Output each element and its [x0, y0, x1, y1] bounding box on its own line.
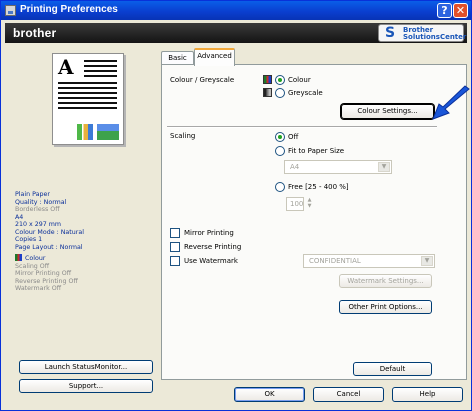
- preview-text-line: [58, 82, 117, 84]
- brand-banner: brother S Brother SolutionsCenter: [5, 23, 467, 43]
- tab-basic[interactable]: Basic: [161, 51, 194, 65]
- help-title-button[interactable]: ?: [437, 3, 452, 18]
- summary-colour-mode: Colour Mode : Natural: [15, 228, 84, 236]
- cancel-button[interactable]: Cancel: [313, 387, 384, 402]
- reverse-printing-label[interactable]: Reverse Printing: [184, 243, 241, 251]
- free-scaling-value: 100: [290, 200, 304, 208]
- free-scaling-radio[interactable]: [275, 182, 285, 192]
- reverse-printing-checkbox[interactable]: [170, 242, 180, 252]
- paper-size-value: A4: [290, 163, 300, 171]
- preview-text-line: [84, 65, 117, 67]
- summary-mirror: Mirror Printing Off: [15, 270, 72, 277]
- summary-paper: A4: [15, 213, 24, 221]
- summary-copies: Copies 1: [15, 236, 43, 243]
- scaling-off-radio[interactable]: [275, 132, 285, 142]
- chevron-down-icon[interactable]: ▼: [378, 162, 390, 172]
- printer-icon: [5, 5, 16, 16]
- summary-colour: Colour: [15, 254, 155, 263]
- default-button[interactable]: Default: [353, 362, 432, 376]
- summary-quality: Quality : Normal: [15, 198, 67, 206]
- left-summary-panel: A Plain Paper Quality : Normal Borderles…: [5, 46, 157, 401]
- support-button[interactable]: Support...: [19, 379, 153, 393]
- solutions-center-button[interactable]: S Brother SolutionsCenter: [378, 24, 467, 42]
- preview-text-line: [84, 75, 117, 77]
- scaling-off-label[interactable]: Off: [288, 133, 298, 141]
- other-print-options-button[interactable]: Other Print Options...: [339, 300, 432, 314]
- launch-status-monitor-button[interactable]: Launch StatusMonitor...: [19, 360, 153, 374]
- printing-preferences-window: Printing Preferences ? ✕ brother S Broth…: [0, 0, 472, 411]
- preview-text-line: [84, 70, 117, 72]
- use-watermark-checkbox[interactable]: [170, 256, 180, 266]
- preview-text-line: [58, 97, 117, 99]
- greyscale-radio[interactable]: [275, 88, 285, 98]
- preview-text-line: [58, 92, 117, 94]
- summary-watermark: Watermark Off: [15, 285, 62, 292]
- mirror-printing-checkbox[interactable]: [170, 228, 180, 238]
- greyscale-radio-label[interactable]: Greyscale: [288, 89, 323, 97]
- window-title: Printing Preferences: [20, 4, 118, 15]
- arrow-pointer-icon: [432, 85, 470, 120]
- preview-text-line: [58, 107, 117, 109]
- summary-layout: Page Layout : Normal: [15, 243, 83, 251]
- watermark-settings-button[interactable]: Watermark Settings...: [339, 274, 432, 288]
- close-button[interactable]: ✕: [453, 3, 468, 18]
- fit-to-paper-radio[interactable]: [275, 146, 285, 156]
- title-bar[interactable]: Printing Preferences ? ✕: [1, 1, 471, 20]
- spinner-arrows-icon[interactable]: ▲ ▼: [304, 197, 315, 211]
- use-watermark-label[interactable]: Use Watermark: [184, 257, 238, 265]
- ok-button[interactable]: OK: [234, 387, 305, 402]
- free-scaling-spinner[interactable]: 100 ▲ ▼: [286, 197, 311, 211]
- preview-image-icon: [77, 124, 93, 140]
- colour-settings-button[interactable]: Colour Settings...: [341, 104, 434, 119]
- greyscale-mode-icon: [263, 88, 272, 97]
- summary-media: Plain Paper: [15, 191, 50, 198]
- brother-logo: brother: [13, 26, 57, 40]
- solutions-line2: SolutionsCenter: [403, 33, 467, 41]
- summary-scaling: Scaling Off: [15, 262, 50, 270]
- summary-colour-label: Colour: [25, 255, 46, 262]
- preview-text-line: [58, 87, 117, 89]
- tab-advanced[interactable]: Advanced: [194, 48, 235, 66]
- watermark-value: CONFIDENTIAL: [309, 257, 361, 265]
- scaling-label: Scaling: [170, 132, 196, 140]
- summary-borderless: Borderless Off: [15, 206, 60, 213]
- section-divider: [167, 126, 437, 128]
- summary-dimensions: 210 x 297 mm: [15, 221, 62, 228]
- page-preview: A: [52, 53, 124, 145]
- colour-icon: [15, 254, 22, 261]
- preview-photo-icon: [97, 124, 119, 140]
- swoosh-icon: S: [385, 25, 396, 41]
- colour-mode-icon: [263, 75, 272, 84]
- help-button[interactable]: Help: [392, 387, 463, 402]
- free-scaling-label[interactable]: Free [25 - 400 %]: [288, 183, 349, 191]
- mirror-printing-label[interactable]: Mirror Printing: [184, 229, 234, 237]
- summary-reverse: Reverse Printing Off: [15, 277, 78, 285]
- settings-summary: Plain Paper Quality : Normal Borderless …: [15, 191, 155, 293]
- fit-to-paper-label[interactable]: Fit to Paper Size: [288, 147, 344, 155]
- colour-greyscale-label: Colour / Greyscale: [170, 76, 235, 84]
- preview-text-line: [58, 102, 117, 104]
- preview-text-line: [84, 60, 117, 62]
- chevron-down-icon[interactable]: ▼: [421, 256, 433, 266]
- watermark-select[interactable]: CONFIDENTIAL ▼: [303, 254, 435, 268]
- colour-radio-label[interactable]: Colour: [288, 76, 311, 84]
- preview-letter: A: [58, 55, 74, 79]
- paper-size-select[interactable]: A4 ▼: [284, 160, 392, 174]
- colour-radio[interactable]: [275, 75, 285, 85]
